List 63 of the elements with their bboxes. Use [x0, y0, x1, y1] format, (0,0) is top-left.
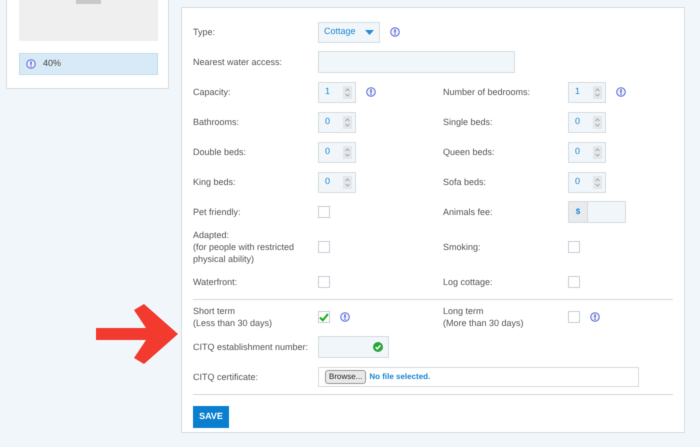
field-label: Double beds: — [193, 146, 248, 158]
input-field[interactable] — [318, 51, 515, 73]
currency-prefix: $ — [569, 202, 588, 222]
spinner-icon[interactable] — [343, 146, 352, 158]
checkbox[interactable] — [568, 241, 580, 253]
number-field[interactable]: 0 — [318, 142, 356, 162]
field-label: Type: — [193, 26, 216, 38]
field-label: Log cottage: — [443, 276, 494, 288]
spinner-icon[interactable] — [593, 116, 602, 128]
checkbox[interactable] — [568, 311, 580, 323]
type-dropdown[interactable]: Cottage — [318, 22, 380, 42]
field-label: CITQ establishment number: — [193, 341, 310, 353]
spinner-icon[interactable] — [593, 146, 602, 158]
field-label: Adapted: — [193, 229, 230, 241]
number-field[interactable]: 0 — [568, 172, 606, 192]
number-field[interactable]: 1 — [568, 82, 606, 102]
number-field[interactable]: 0 — [318, 172, 356, 192]
info-icon — [26, 59, 36, 69]
spinner-icon[interactable] — [343, 176, 352, 188]
number-field[interactable]: 1 — [318, 82, 356, 102]
field-label: Nearest water access: — [193, 56, 284, 68]
save-button[interactable]: SAVE — [193, 406, 229, 428]
file-field[interactable]: Browse... No file selected. — [318, 367, 639, 387]
field-note: (for people with restricted physical ability) — [193, 241, 296, 265]
progress-text: 40% — [43, 57, 62, 70]
field-note: (Less than 30 days) — [193, 317, 274, 329]
info-icon[interactable] — [616, 87, 626, 97]
number-field[interactable]: 0 — [568, 112, 606, 132]
field-label: Smoking: — [443, 241, 482, 253]
field-note: (More than 30 days) — [443, 317, 525, 329]
field-label: King beds: — [193, 176, 237, 188]
info-icon[interactable] — [340, 312, 350, 322]
checkbox[interactable] — [568, 276, 580, 288]
field-label: Short term — [193, 305, 236, 317]
field-label: Bathrooms: — [193, 116, 240, 128]
number-field[interactable]: 0 — [568, 142, 606, 162]
caret-icon — [365, 30, 374, 34]
field-label: Waterfront: — [193, 276, 238, 288]
field-label: Capacity: — [193, 86, 232, 98]
field-label: Animals fee: — [443, 206, 494, 218]
field-label: Number of bedrooms: — [443, 86, 532, 98]
spinner-icon[interactable] — [593, 176, 602, 188]
info-icon[interactable] — [366, 87, 376, 97]
info-icon[interactable] — [590, 312, 600, 322]
spinner-icon[interactable] — [593, 86, 602, 98]
field-label: Long term — [443, 305, 485, 317]
field-label: Queen beds: — [443, 146, 496, 158]
number-field[interactable]: 0 — [318, 112, 356, 132]
field-label: Single beds: — [443, 116, 494, 128]
field-label: CITQ certificate: — [193, 371, 260, 383]
info-icon[interactable] — [390, 27, 400, 37]
spinner-icon[interactable] — [343, 116, 352, 128]
file-status: No file selected. — [369, 371, 430, 383]
checkbox[interactable] — [318, 276, 330, 288]
checkbox[interactable] — [318, 241, 330, 253]
field-label: Sofa beds: — [443, 176, 488, 188]
checkbox[interactable] — [318, 206, 330, 218]
fee-field[interactable]: $ — [568, 201, 626, 223]
field-label: Pet friendly: — [193, 206, 242, 218]
checkbox[interactable] — [318, 311, 330, 323]
browse-button[interactable]: Browse... — [325, 370, 366, 384]
input-field[interactable] — [318, 336, 389, 358]
spinner-icon[interactable] — [343, 86, 352, 98]
